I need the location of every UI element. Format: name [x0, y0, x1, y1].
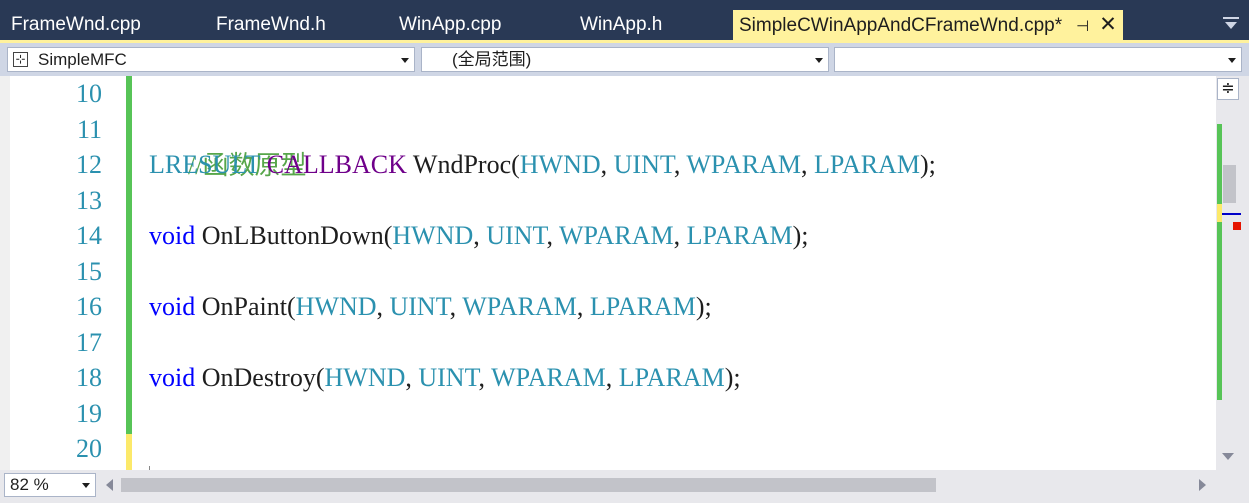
- line-number: 13: [76, 186, 102, 215]
- punct-token: );: [792, 221, 809, 250]
- type-token: UINT: [418, 363, 479, 392]
- identifier-token: OnLButtonDown(: [195, 221, 393, 250]
- type-token: LPARAM: [686, 221, 793, 250]
- macro-token: CALLBACK: [266, 150, 407, 179]
- punct-token: ,: [473, 221, 487, 250]
- line-number: 15: [76, 257, 102, 286]
- type-token: UINT: [389, 292, 450, 321]
- type-token: WPARAM: [491, 363, 606, 392]
- unsaved-change-bar: [126, 434, 132, 470]
- chevron-down-icon: [401, 58, 409, 63]
- line-number: 20: [76, 434, 102, 463]
- saved-change-bar: [126, 76, 132, 434]
- tab-overflow-bar: [1223, 17, 1239, 19]
- code-line-16: void OnPaint(HWND, UINT, WPARAM, LPARAM)…: [149, 289, 712, 325]
- type-token: HWND: [519, 150, 601, 179]
- chevron-down-icon: [82, 483, 90, 488]
- type-token: WPARAM: [686, 150, 801, 179]
- punct-token: ,: [600, 150, 614, 179]
- chevron-down-icon: [815, 58, 823, 63]
- code-line-14: void OnLButtonDown(HWND, UINT, WPARAM, L…: [149, 218, 808, 254]
- tab-framewnd-h[interactable]: FrameWnd.h: [216, 10, 326, 40]
- class-icon: ⊹: [13, 52, 28, 67]
- line-number: 11: [76, 115, 102, 144]
- editor-bottom-bar: 82 %: [0, 470, 1249, 503]
- type-token: WPARAM: [558, 221, 674, 250]
- scope-dropdown[interactable]: (全局范围): [421, 47, 829, 72]
- project-dropdown[interactable]: ⊹ SimpleMFC: [7, 47, 415, 72]
- type-token: UINT: [613, 150, 674, 179]
- type-token: LPARAM: [589, 292, 696, 321]
- tab-overflow-icon[interactable]: [1225, 22, 1237, 29]
- member-dropdown[interactable]: [834, 47, 1242, 72]
- tab-winapp-h[interactable]: WinApp.h: [580, 10, 662, 40]
- scroll-down-icon[interactable]: [1222, 453, 1234, 460]
- chevron-down-icon: [1228, 58, 1236, 63]
- line-number: 18: [76, 363, 102, 392]
- scrollbar-error-marker: [1233, 222, 1241, 230]
- zoom-value: 82 %: [10, 475, 49, 494]
- horizontal-scroll-thumb[interactable]: [121, 478, 936, 492]
- type-token: LPARAM: [618, 363, 725, 392]
- type-token: LPARAM: [813, 150, 920, 179]
- punct-token: ,: [376, 292, 390, 321]
- code-line-11: //函数原型: [149, 112, 306, 180]
- scrollbar-corner: [1216, 470, 1249, 503]
- line-number: 16: [76, 292, 102, 321]
- punct-token: ,: [478, 363, 492, 392]
- tab-framewnd-cpp[interactable]: FrameWnd.cpp: [11, 10, 141, 40]
- active-tab-label: SimpleCWinAppAndCFrameWnd.cpp*: [739, 15, 1063, 36]
- punct-token: ,: [576, 292, 590, 321]
- keyword-token: void: [149, 363, 196, 392]
- punct-token: ,: [673, 150, 687, 179]
- type-token: UINT: [486, 221, 547, 250]
- punct-token: );: [695, 292, 712, 321]
- line-number: 19: [76, 399, 102, 428]
- type-token: HWND: [324, 363, 406, 392]
- code-line-12: LRESULT CALLBACK WndProc(HWND, UINT, WPA…: [149, 147, 936, 183]
- line-number: 10: [76, 79, 102, 108]
- punct-token: );: [724, 363, 741, 392]
- close-icon[interactable]: ✕: [1099, 10, 1117, 40]
- scrollbar-caret-marker: [1222, 213, 1241, 215]
- scroll-left-icon[interactable]: [106, 479, 113, 491]
- punct-token: ,: [405, 363, 419, 392]
- type-token: HWND: [392, 221, 474, 250]
- tab-winapp-cpp[interactable]: WinApp.cpp: [399, 10, 501, 40]
- keyword-token: void: [149, 221, 196, 250]
- identifier-token: WndProc(: [406, 150, 520, 179]
- scope-dropdown-value: (全局范围): [452, 50, 532, 69]
- line-number: 14: [76, 221, 102, 250]
- identifier-token: OnPaint(: [195, 292, 296, 321]
- punct-token: ,: [605, 363, 619, 392]
- line-number: 12: [76, 150, 102, 179]
- zoom-dropdown[interactable]: 82 %: [4, 473, 96, 497]
- vertical-scroll-thumb[interactable]: [1223, 165, 1236, 203]
- code-line-18: void OnDestroy(HWND, UINT, WPARAM, LPARA…: [149, 360, 741, 396]
- type-token: LRESULT: [149, 150, 261, 179]
- tab-simplecwinappandcframewnd-cpp[interactable]: SimpleCWinAppAndCFrameWnd.cpp* ⊣ ✕: [733, 10, 1123, 40]
- punct-token: );: [919, 150, 936, 179]
- punct-token: ,: [546, 221, 559, 250]
- pin-icon[interactable]: ⊣: [1076, 12, 1089, 42]
- split-window-icon[interactable]: ≑: [1217, 78, 1239, 100]
- line-number: 17: [76, 328, 102, 357]
- type-token: HWND: [295, 292, 377, 321]
- scrollbar-change-marker: [1217, 124, 1222, 400]
- punct-token: ,: [673, 221, 687, 250]
- scroll-right-icon[interactable]: [1199, 479, 1206, 491]
- code-editor[interactable]: 10 11 12 13 14 15 16 17 18 19 20 //函数原型 …: [0, 76, 1216, 470]
- type-token: WPARAM: [462, 292, 577, 321]
- project-dropdown-value: SimpleMFC: [38, 50, 127, 69]
- identifier-token: OnDestroy(: [195, 363, 325, 392]
- navigation-bar: ⊹ SimpleMFC (全局范围): [0, 43, 1249, 76]
- punct-token: ,: [449, 292, 463, 321]
- punct-token: ,: [800, 150, 814, 179]
- document-tab-strip: FrameWnd.cpp FrameWnd.h WinApp.cpp WinAp…: [0, 0, 1249, 40]
- keyword-token: void: [149, 292, 196, 321]
